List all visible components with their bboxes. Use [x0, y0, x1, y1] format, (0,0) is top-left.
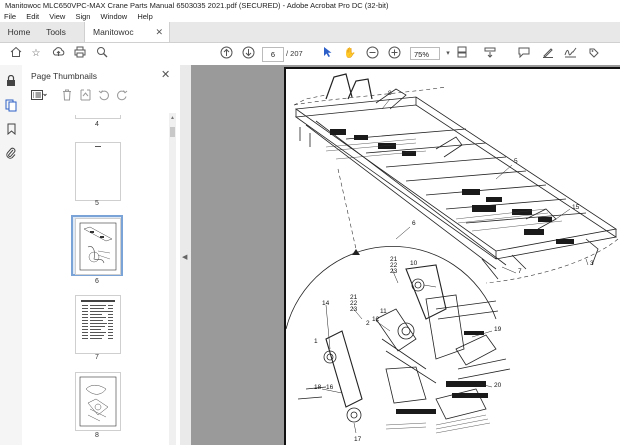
thumbnail-page-4[interactable]	[75, 115, 121, 119]
callout-label: 11	[380, 308, 387, 315]
callout-label: 18	[314, 384, 322, 391]
callout-label: 19	[494, 326, 502, 333]
panel-collapse-handle[interactable]: ◀	[180, 65, 191, 445]
highlight-icon[interactable]	[540, 46, 556, 62]
callout-label: 10	[410, 260, 418, 267]
callout-label: 17	[354, 436, 362, 443]
thumbnail-label: 5	[95, 200, 99, 207]
select-cursor-icon[interactable]	[320, 46, 336, 62]
bookmark-star-icon[interactable]: ☆	[28, 46, 44, 62]
chevron-left-icon: ◀	[182, 254, 188, 261]
menu-sign[interactable]: Sign	[75, 11, 90, 22]
thumbnail-page-6[interactable]	[75, 218, 121, 275]
page-view-icon[interactable]	[454, 46, 470, 62]
search-icon[interactable]	[94, 46, 110, 62]
callout-label: 15	[572, 204, 580, 211]
thumbnail-page-8[interactable]	[75, 372, 121, 431]
callout-label: 1	[314, 338, 318, 345]
print-icon[interactable]	[72, 46, 88, 62]
bookmark-icon[interactable]	[3, 123, 19, 139]
close-icon[interactable]: ✕	[161, 68, 170, 81]
tab-bar: Home Tools Manitowoc MLC65... ✕	[0, 22, 620, 57]
delete-icon[interactable]	[62, 89, 72, 105]
zoom-select[interactable]: 75%	[410, 47, 440, 60]
callout-label: 23	[350, 306, 358, 313]
scrollbar-thumb[interactable]	[170, 127, 175, 137]
page-total: / 207	[286, 49, 303, 58]
thumbnail-page-5[interactable]	[75, 142, 121, 201]
page-number-input[interactable]: 6	[262, 47, 284, 62]
callout-label: 6	[412, 220, 416, 227]
document-viewer[interactable]: 8 5 15 6 7 3 21 22 23 10 14 21 22 23 12 11 19 2 1 18 16 20 17	[191, 65, 620, 445]
panel-toolbar	[29, 89, 174, 107]
close-icon[interactable]: ✕	[155, 22, 163, 42]
thumbnail-label: 4	[95, 121, 99, 128]
tab-document[interactable]: Manitowoc MLC65... ✕	[84, 22, 170, 57]
thumbnails-panel: Page Thumbnails ✕ 4 5 6 7 8 ▲	[22, 65, 181, 445]
share-icon[interactable]	[586, 46, 602, 62]
thumbnail-label: 8	[95, 432, 99, 439]
tab-home[interactable]: Home	[0, 22, 38, 42]
thumbnail-label: 6	[95, 278, 99, 285]
hand-icon[interactable]: ✋	[342, 46, 358, 62]
thumbnail-scrollbar[interactable]: ▲	[169, 113, 176, 445]
callout-label: 16	[326, 384, 334, 391]
menu-bar: File Edit View Sign Window Help	[0, 11, 620, 22]
home-icon[interactable]	[8, 46, 24, 62]
callout-label: 3	[590, 260, 594, 267]
menu-file[interactable]: File	[4, 11, 16, 22]
callout-label: 2	[366, 320, 370, 327]
upload-icon[interactable]	[50, 46, 66, 62]
scroll-up-icon[interactable]: ▲	[169, 115, 176, 121]
callout-label: 8	[388, 90, 392, 97]
callout-label: 20	[494, 382, 502, 389]
options-menu-icon[interactable]	[31, 89, 47, 105]
menu-edit[interactable]: Edit	[26, 11, 39, 22]
window-title-bar: Manitowoc MLC650VPC-MAX Crane Parts Manu…	[0, 0, 620, 11]
document-page: 8 5 15 6 7 3 21 22 23 10 14 21 22 23 12 11 19 2 1 18 16 20 17	[284, 67, 620, 445]
prev-page-icon[interactable]	[218, 46, 234, 62]
sign-icon[interactable]	[562, 46, 578, 62]
callout-label: 14	[322, 300, 330, 307]
left-rail	[0, 65, 23, 445]
page-thumbnails-icon[interactable]	[3, 99, 19, 115]
tab-tools[interactable]: Tools	[38, 22, 74, 42]
parts-diagram: 851567321222310142122231211192118 16 2017	[286, 73, 619, 443]
attachment-icon[interactable]	[3, 147, 19, 163]
comment-icon[interactable]	[516, 46, 532, 62]
zoom-value: 75%	[414, 50, 430, 59]
toolbar: ☆ 6 / 207 ✋ 75% ▾	[0, 43, 620, 66]
panel-title: Page Thumbnails	[31, 71, 97, 81]
extract-icon[interactable]	[80, 89, 91, 105]
thumbnail-list: 4 5 6 7 8	[22, 115, 172, 445]
thumbnail-page-7[interactable]	[75, 295, 121, 354]
callout-label: 23	[390, 268, 398, 275]
callout-label: 7	[518, 268, 522, 275]
callout-label: 12	[372, 316, 380, 323]
menu-window[interactable]: Window	[101, 11, 128, 22]
menu-help[interactable]: Help	[137, 11, 152, 22]
zoom-in-icon[interactable]	[386, 46, 402, 62]
window-title: Manitowoc MLC650VPC-MAX Crane Parts Manu…	[5, 1, 389, 10]
zoom-out-icon[interactable]	[364, 46, 380, 62]
thumbnail-label: 7	[95, 354, 99, 361]
rotate-ccw-icon[interactable]	[98, 89, 110, 105]
scroll-icon[interactable]	[482, 46, 498, 62]
rotate-cw-icon[interactable]	[116, 89, 128, 105]
callout-label: 5	[514, 158, 518, 165]
next-page-icon[interactable]	[240, 46, 256, 62]
menu-view[interactable]: View	[49, 11, 65, 22]
lock-icon[interactable]	[3, 74, 19, 91]
